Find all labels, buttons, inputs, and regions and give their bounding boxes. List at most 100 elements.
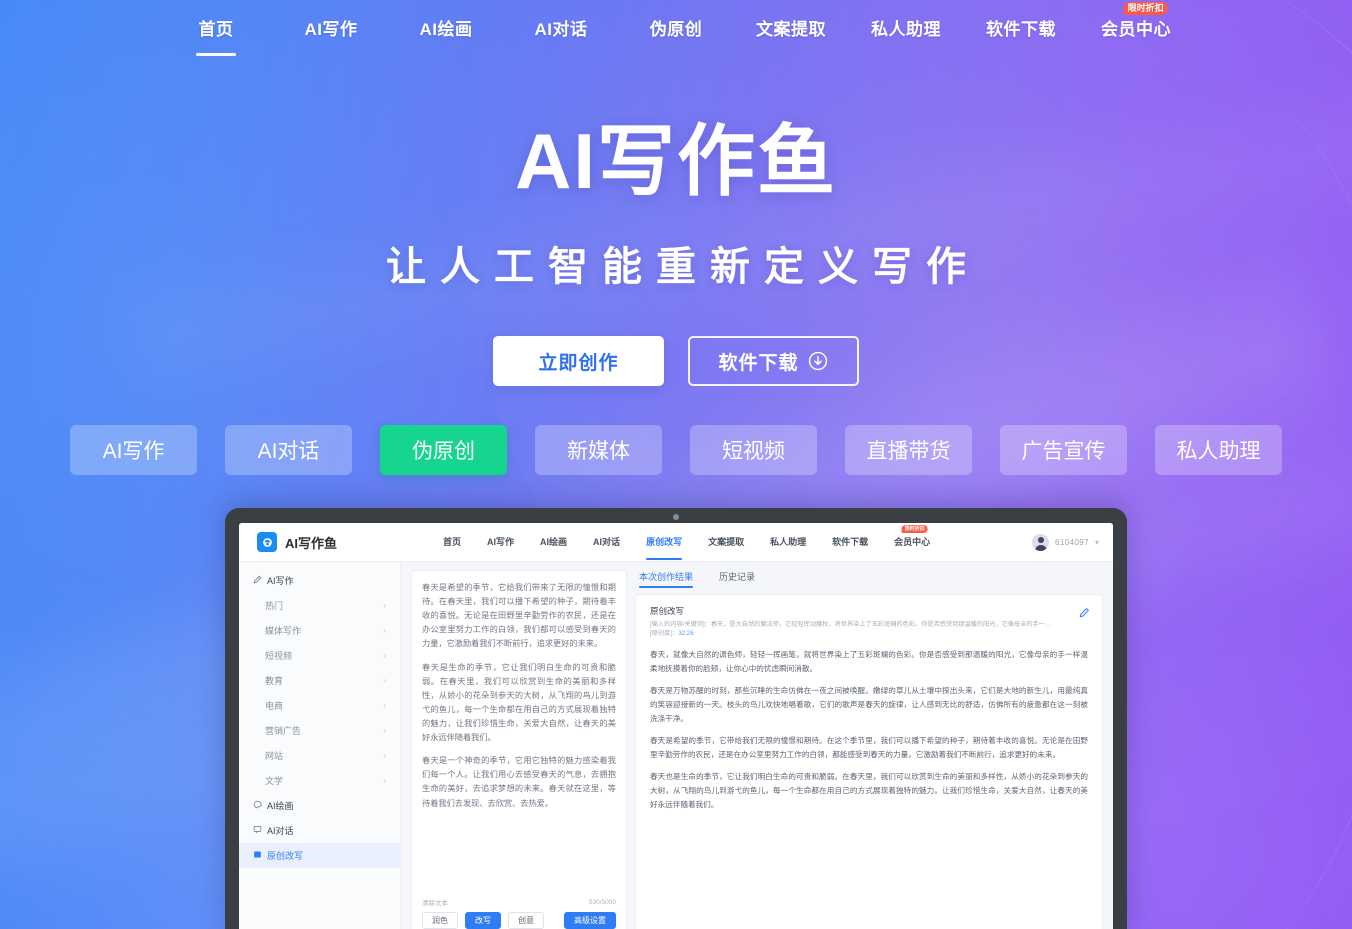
user-menu[interactable]: ♛ 6104097 ▾ (1032, 533, 1099, 551)
chevron-right-icon: › (383, 726, 386, 735)
sidebar-group-ai-painting[interactable]: AI绘画 (239, 793, 400, 818)
editor-actions: 润色 改写 创意 高级设置 (422, 912, 616, 929)
pencil-edit-icon[interactable] (1079, 605, 1090, 623)
chevron-right-icon: › (383, 676, 386, 685)
app-nav-personal-assistant[interactable]: 私人助理 (770, 535, 806, 549)
nav-item-personal-assistant[interactable]: 私人助理 (849, 0, 964, 60)
sidebar-group-ai-chat[interactable]: AI对话 (239, 818, 400, 843)
laptop-mockup: AI写作鱼 首页 AI写作 AI绘画 AI对话 原创改写 文案提取 私人助理 软… (225, 508, 1127, 929)
sidebar-item-hot[interactable]: 热门 › (239, 593, 400, 618)
chevron-right-icon: › (383, 601, 386, 610)
result-body: 春天，就像大自然的调色师，轻轻一挥画笔，就将世界染上了五彩斑斓的色彩。你是否感受… (650, 648, 1088, 812)
nav-label: AI绘画 (419, 20, 473, 39)
sidebar-item-education[interactable]: 教育 › (239, 668, 400, 693)
chip-pseudo-original[interactable]: 伪原创 (380, 425, 507, 475)
app-nav-membership-label: 会员中心 (894, 537, 931, 547)
create-now-button[interactable]: 立即创作 (493, 336, 664, 386)
rewrite-button[interactable]: 改写 (465, 912, 501, 929)
chip-ai-writing[interactable]: AI写作 (70, 425, 197, 475)
sidebar-item-label: 短视频 (265, 651, 293, 661)
app-nav-home[interactable]: 首页 (443, 535, 461, 549)
nav-item-home[interactable]: 首页 (159, 0, 274, 60)
nav-label: 私人助理 (871, 20, 941, 39)
editor-paragraph: 春天是生命的季节，它让我们明白生命的可贵和脆弱。在春天里，我们可以欣赏到生命的美… (422, 662, 616, 743)
app-nav-ai-painting[interactable]: AI绘画 (540, 535, 567, 549)
sidebar-group-label: AI绘画 (267, 801, 294, 811)
chip-personal-assistant[interactable]: 私人助理 (1155, 425, 1282, 475)
sidebar-item-label: 营销广告 (265, 726, 302, 736)
nav-label: AI写作 (304, 20, 358, 39)
sidebar-item-media-writing[interactable]: 媒体写作 › (239, 618, 400, 643)
app-discount-badge: 限时折扣 (901, 525, 928, 533)
meta-input-value: 春天，是大自然的魔法师，它轻轻挥动魔杖，将世界染上了五彩斑斓的色彩。你是否感受到… (710, 621, 1058, 628)
sidebar-group-original-rewrite[interactable]: 原创改写 (239, 843, 400, 868)
sidebar-group-ai-writing[interactable]: AI写作 (239, 568, 400, 593)
tab-history[interactable]: 历史记录 (719, 570, 755, 588)
nav-item-ai-painting[interactable]: AI绘画 (389, 0, 504, 60)
app-nav-original-rewrite[interactable]: 原创改写 (646, 535, 683, 560)
result-meta-input: [输入的内容/关键词]：春天，是大自然的魔法师，它轻轻挥动魔杖，将世界染上了五彩… (650, 620, 1057, 629)
editor-panel: 春天是希望的季节，它给我们带来了无限的憧憬和期待。在春天里，我们可以播下希望的种… (411, 570, 627, 929)
polish-button[interactable]: 润色 (422, 912, 458, 929)
nav-item-pseudo-original[interactable]: 伪原创 (619, 0, 734, 60)
app-nav-ai-writing[interactable]: AI写作 (487, 535, 514, 549)
chip-short-video[interactable]: 短视频 (690, 425, 817, 475)
editor-textarea[interactable]: 春天是希望的季节，它给我们带来了无限的憧憬和期待。在春天里，我们可以播下希望的种… (422, 581, 616, 895)
app-main-content: 春天是希望的季节，它给我们带来了无限的憧憬和期待。在春天里，我们可以播下希望的种… (401, 562, 1113, 929)
app-nav-software-download[interactable]: 软件下载 (832, 535, 868, 549)
tab-current-result[interactable]: 本次创作结果 (639, 570, 694, 588)
chip-live-commerce[interactable]: 直播带货 (845, 425, 972, 475)
sidebar-item-marketing-ads[interactable]: 营销广告 › (239, 718, 400, 743)
sidebar-item-label: 教育 (265, 676, 284, 686)
chip-new-media[interactable]: 新媒体 (535, 425, 662, 475)
nav-item-membership[interactable]: 限时折扣 会员中心 (1079, 0, 1194, 60)
nav-label: 首页 (198, 20, 234, 39)
result-tabs: 本次创作结果 历史记录 (635, 570, 1103, 594)
sidebar-item-label: 网站 (265, 751, 284, 761)
fish-logo-icon (257, 532, 277, 552)
hero-subtitle: 让人工智能重新定义写作 (386, 245, 980, 289)
sidebar-item-website[interactable]: 网站 › (239, 743, 400, 768)
nav-label: 伪原创 (649, 20, 703, 39)
sidebar-item-ecommerce[interactable]: 电商 › (239, 693, 400, 718)
result-title: 原创改写 (650, 606, 685, 616)
result-paragraph: 春天，就像大自然的调色师，轻轻一挥画笔，就将世界染上了五彩斑斓的色彩。你是否感受… (650, 649, 1088, 673)
app-brand-name: AI写作鱼 (285, 535, 338, 551)
app-nav-copy-extract[interactable]: 文案提取 (708, 535, 744, 549)
rewrite-icon (253, 850, 262, 861)
sidebar-item-literature[interactable]: 文学 › (239, 768, 400, 793)
chip-label: 短视频 (722, 440, 785, 463)
app-logo[interactable]: AI写作鱼 (257, 532, 443, 552)
app-screenshot: AI写作鱼 首页 AI写作 AI绘画 AI对话 原创改写 文案提取 私人助理 软… (239, 523, 1113, 929)
meta-score-value: 32.26 (678, 630, 694, 638)
app-nav-membership[interactable]: 限时折扣 会员中心 (894, 525, 931, 549)
creative-button[interactable]: 创意 (508, 912, 544, 929)
nav-item-software-download[interactable]: 软件下载 (964, 0, 1079, 60)
chip-advertising[interactable]: 广告宣传 (1000, 425, 1127, 475)
sidebar-item-short-video[interactable]: 短视频 › (239, 643, 400, 668)
chip-ai-chat[interactable]: AI对话 (225, 425, 352, 475)
software-download-button[interactable]: 软件下载 (688, 336, 859, 386)
chevron-right-icon: › (383, 651, 386, 660)
nav-label: AI对话 (534, 20, 588, 39)
nav-item-copy-extract[interactable]: 文案提取 (734, 0, 849, 60)
sidebar-group-label: AI对话 (267, 826, 294, 836)
hero-section: AI写作鱼 让人工智能重新定义写作 立即创作 软件下载 (0, 122, 1352, 386)
nav-label: 文案提取 (756, 20, 826, 39)
result-paragraph: 春天是希望的季节，它带给我们无限的憧憬和期待。在这个季节里，我们可以播下希望的种… (650, 735, 1088, 759)
advanced-settings-button[interactable]: 高级设置 (564, 912, 616, 929)
clear-text-button[interactable]: 清除文本 (422, 897, 448, 907)
result-paragraph: 春天也是生命的季节，它让我们明白生命的可贵和脆弱。在春天里，我们可以欣赏到生命的… (650, 771, 1088, 810)
chevron-right-icon: › (383, 626, 386, 635)
chip-label: 新媒体 (567, 440, 630, 463)
nav-item-ai-chat[interactable]: AI对话 (504, 0, 619, 60)
user-id: 6104097 (1055, 537, 1089, 547)
meta-score-label: [原创度]： (650, 630, 679, 638)
software-download-label: 软件下载 (718, 352, 799, 374)
app-body: AI写作 热门 › 媒体写作 › 短视频 › 教育 › 电商 › 营销广告 › 网站 › (239, 562, 1113, 929)
editor-paragraph: 春天是希望的季节，它给我们带来了无限的憧憬和期待。在春天里，我们可以播下希望的种… (422, 583, 616, 649)
character-counter: 530/5000 (588, 898, 616, 906)
chip-label: 广告宣传 (1021, 440, 1106, 463)
nav-item-ai-writing[interactable]: AI写作 (274, 0, 389, 60)
app-nav-ai-chat[interactable]: AI对话 (593, 535, 620, 549)
